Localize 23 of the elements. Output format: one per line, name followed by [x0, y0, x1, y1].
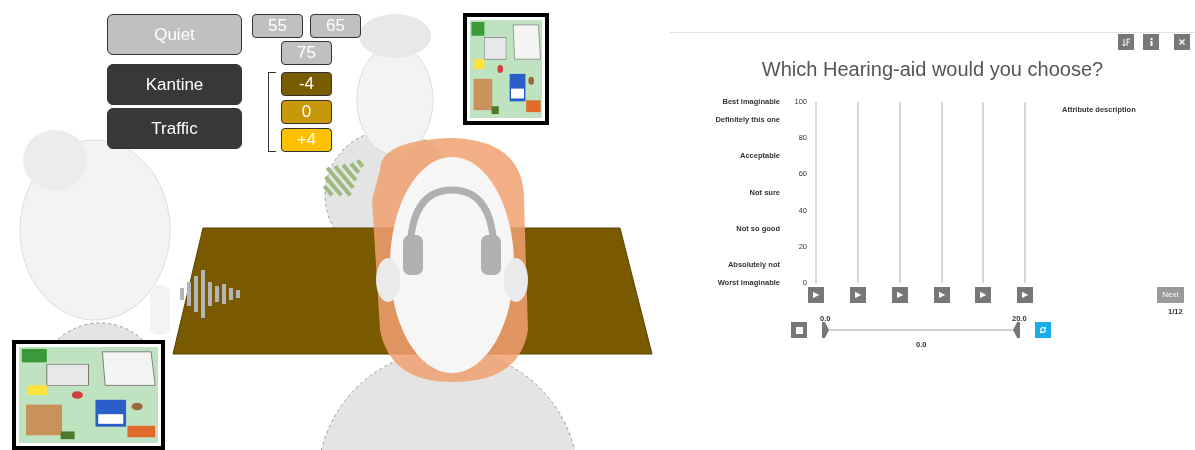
play-button[interactable]: ▶: [975, 287, 991, 303]
stop-icon: [795, 326, 803, 334]
play-button[interactable]: ▶: [892, 287, 908, 303]
snr-button[interactable]: 0: [281, 100, 332, 124]
sort-icon: [1121, 37, 1131, 47]
play-button[interactable]: ▶: [934, 287, 950, 303]
info-icon: [1149, 38, 1153, 46]
play-button[interactable]: ▶: [808, 287, 824, 303]
refresh-icon: [1039, 326, 1047, 334]
info-button[interactable]: [1143, 34, 1159, 50]
condition-button[interactable]: Kantine: [107, 64, 242, 105]
condition-button[interactable]: Traffic: [107, 108, 242, 149]
loop-button[interactable]: [1035, 322, 1051, 338]
snr-button[interactable]: -4: [281, 72, 332, 96]
range-start-handle[interactable]: [822, 322, 829, 338]
question-title: Which Hearing-aid would you choose?: [760, 57, 1105, 82]
close-icon: [1179, 39, 1185, 45]
play-button[interactable]: ▶: [1017, 287, 1033, 303]
sort-button[interactable]: [1118, 34, 1134, 50]
stop-button[interactable]: [791, 322, 807, 338]
play-button[interactable]: ▶: [850, 287, 866, 303]
range-end-handle[interactable]: [1013, 322, 1020, 338]
close-button[interactable]: [1174, 34, 1190, 50]
